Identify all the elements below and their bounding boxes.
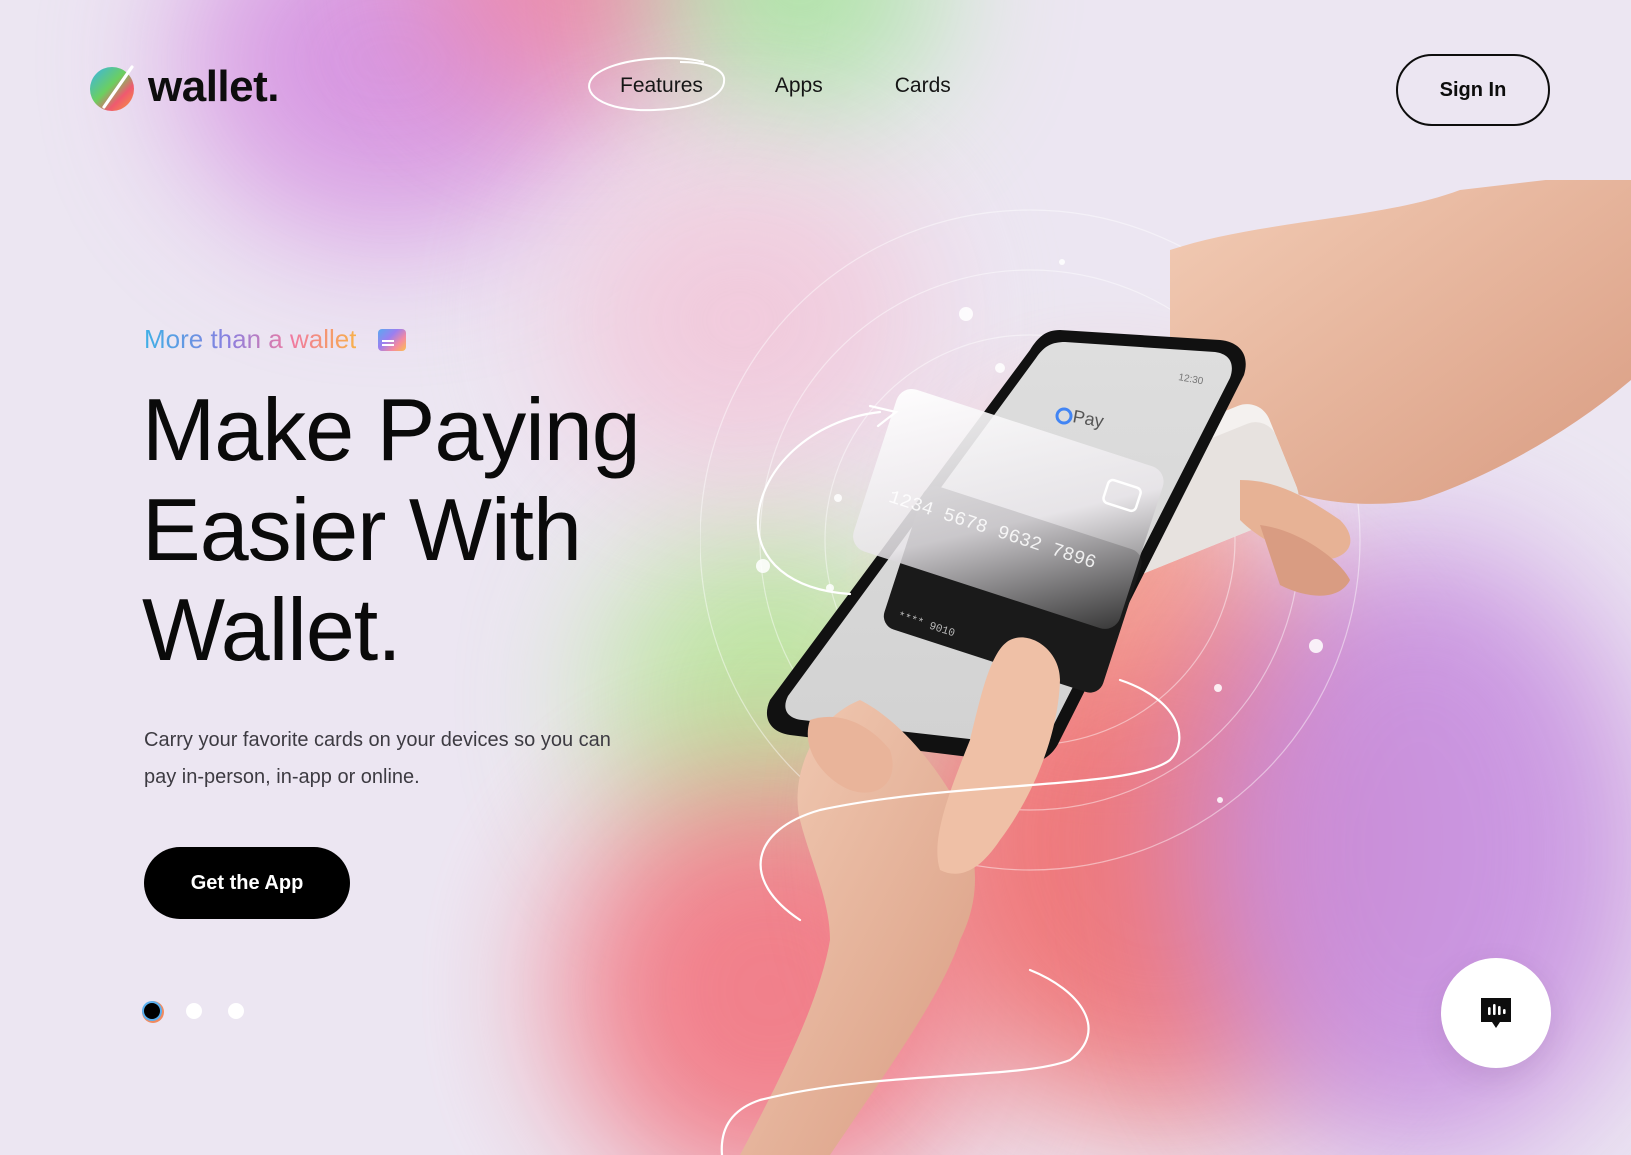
hero-eyebrow: More than a wallet xyxy=(144,324,407,355)
hero-headline: Make Paying Easier With Wallet. xyxy=(142,380,762,680)
main-nav: Features Apps Cards xyxy=(588,57,951,112)
carousel-dot-2[interactable] xyxy=(186,1003,202,1019)
card-icon xyxy=(378,328,407,351)
carousel-indicators xyxy=(144,1003,244,1019)
nav-label: Features xyxy=(620,74,703,97)
get-the-app-button[interactable]: Get the App xyxy=(144,847,350,919)
chat-button[interactable] xyxy=(1441,958,1551,1068)
nav-item-apps[interactable]: Apps xyxy=(775,74,823,98)
nav-item-cards[interactable]: Cards xyxy=(895,74,951,98)
hero-description: Carry your favorite cards on your device… xyxy=(144,729,611,788)
carousel-dot-3[interactable] xyxy=(228,1003,244,1019)
carousel-dot-1[interactable] xyxy=(144,1003,160,1019)
headline-line: Make Paying xyxy=(142,380,641,479)
eyebrow-text: More than a wallet xyxy=(144,324,357,354)
brand-logo[interactable]: wallet. xyxy=(88,62,280,112)
nav-item-features[interactable]: Features xyxy=(588,57,726,112)
nav-label: Apps xyxy=(774,74,823,97)
chat-bubble-icon xyxy=(1481,998,1511,1028)
headline-line: Wallet. xyxy=(142,580,402,679)
headline-line: Easier With xyxy=(142,480,582,579)
sign-in-button[interactable]: Sign In xyxy=(1396,54,1550,126)
wallet-logo-icon xyxy=(88,63,136,111)
brand-name: wallet. xyxy=(148,62,280,111)
top-navigation: wallet. Features Apps Cards Sign In xyxy=(0,0,1631,180)
nav-label: Cards xyxy=(894,74,951,97)
